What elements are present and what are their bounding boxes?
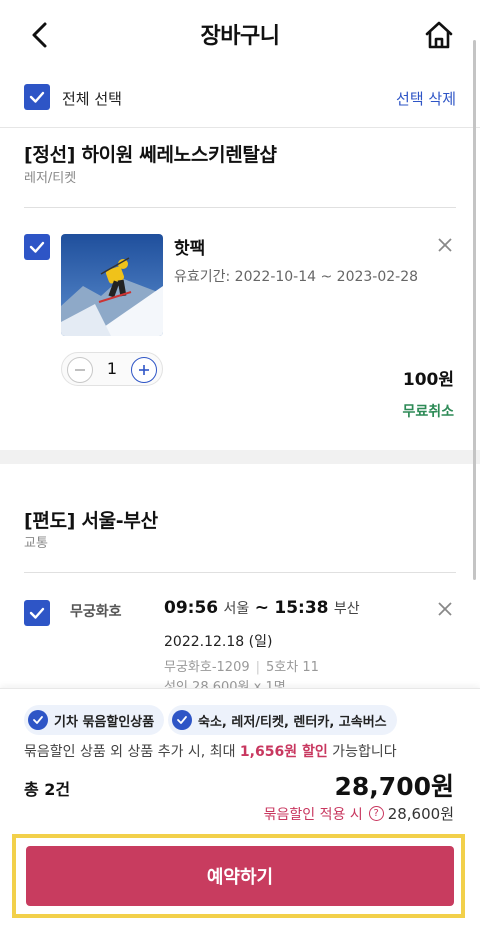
bundle-note-suffix: 가능합니다 — [327, 744, 397, 760]
check-circle-icon — [28, 710, 48, 730]
train-seat-info: 무궁화호-1209 | 5호차 11 — [164, 656, 319, 675]
bundle-discount-price: 묶음할인 적용 시 ? 28,600원 — [264, 803, 454, 824]
check-icon — [29, 607, 45, 619]
check-circle-icon — [172, 710, 192, 730]
remove-item-button[interactable] — [435, 235, 455, 255]
close-icon — [438, 238, 452, 252]
discount-label: 묶음할인 적용 시 — [263, 806, 363, 823]
total-amount: 28,700원 — [334, 772, 454, 801]
product-thumbnail[interactable] — [61, 234, 163, 336]
separator: | — [255, 660, 261, 675]
item-checkbox[interactable] — [24, 234, 50, 260]
total-count: 총 2건 — [24, 780, 71, 799]
train-number: 무궁화호-1209 — [164, 660, 250, 675]
product-name: 핫팩 — [174, 239, 206, 259]
select-all-checkbox[interactable] — [24, 84, 50, 110]
reserve-button[interactable]: 예약하기 — [26, 846, 454, 906]
bundle-note-prefix: 묶음할인 상품 외 상품 추가 시, 최대 — [24, 744, 240, 760]
arrow: ~ — [254, 598, 269, 618]
arrive-time: 15:38 — [274, 598, 329, 618]
cancel-policy: 무료취소 — [402, 404, 454, 420]
arrive-station: 부산 — [333, 601, 360, 617]
section-gap — [0, 450, 480, 464]
skier-image — [61, 234, 163, 336]
app-header: 장바구니 — [0, 0, 480, 70]
select-all-row: 전체 선택 선택 삭제 — [24, 84, 456, 112]
increase-quantity-button[interactable] — [131, 357, 157, 383]
product-validity: 유효기간: 2022-10-14 ~ 2023-02-28 — [174, 269, 419, 285]
divider — [24, 207, 456, 208]
remove-item-button[interactable] — [435, 599, 455, 619]
divider — [24, 572, 456, 573]
train-name: 무궁화호 — [70, 604, 122, 620]
help-icon[interactable]: ? — [368, 806, 384, 821]
train-date: 2022.12.18 (일) — [164, 634, 273, 650]
check-icon — [29, 241, 45, 253]
bundle-chip: 기차 묶음할인상품 — [24, 705, 165, 735]
check-icon — [29, 91, 45, 103]
quantity-stepper: 1 — [61, 352, 163, 386]
home-icon — [425, 21, 453, 49]
bundle-discount-note: 묶음할인 상품 외 상품 추가 시, 최대 1,656원 할인 가능합니다 — [24, 741, 397, 761]
home-button[interactable] — [424, 20, 454, 50]
scrollbar[interactable] — [473, 40, 476, 580]
divider — [0, 127, 480, 128]
bundle-note-highlight: 1,656원 할인 — [239, 744, 328, 760]
bundle-chip-label: 숙소, 레저/티켓, 렌터카, 고속버스 — [198, 714, 387, 730]
depart-time: 09:56 — [164, 598, 219, 618]
item-checkbox[interactable] — [24, 600, 50, 626]
close-icon — [438, 602, 452, 616]
depart-station: 서울 — [223, 601, 250, 617]
bundle-chip: 숙소, 레저/티켓, 렌터카, 고속버스 — [168, 705, 397, 735]
delete-selected-button[interactable]: 선택 삭제 — [396, 88, 456, 109]
train-schedule: 09:56 서울 ~ 15:38 부산 — [164, 598, 360, 618]
group-title: [정선] 하이원 쎄레노스키렌탈샵 — [24, 144, 277, 166]
discount-price: 28,600원 — [387, 805, 454, 823]
item-price: 100원 — [402, 370, 454, 390]
bundle-chip-label: 기차 묶음할인상품 — [54, 714, 155, 730]
select-all-label: 전체 선택 — [62, 90, 122, 108]
group-category: 레저/티켓 — [24, 171, 77, 186]
plus-icon — [139, 365, 149, 375]
group-title: [편도] 서울-부산 — [24, 510, 158, 532]
page-title: 장바구니 — [200, 24, 280, 49]
group-category: 교통 — [24, 536, 48, 551]
car-seat: 5호차 11 — [266, 660, 319, 675]
